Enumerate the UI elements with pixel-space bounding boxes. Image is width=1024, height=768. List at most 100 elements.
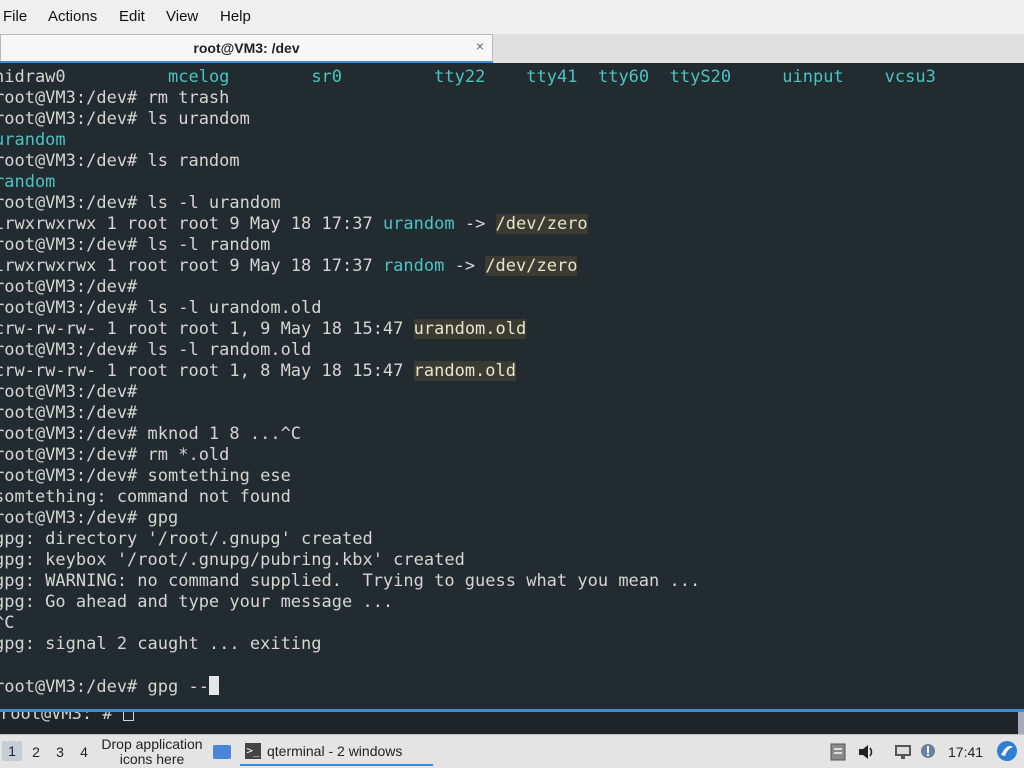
terminal-text: gpg: keybox '/root/.gnupg/pubring.kbx' c… — [0, 550, 465, 570]
terminal-line: root@VM3:/dev# ls random — [0, 151, 240, 172]
terminal-secondary-prompt: root@VM3: # — [0, 712, 134, 724]
terminal-output[interactable]: hidraw0 mcelog sr0 tty22 tty41 tty60 tty… — [0, 63, 1024, 709]
terminal-line: root@VM3:/dev# gpg -- — [0, 676, 219, 697]
terminal-text: root@VM3:/dev# ls -l random.old — [0, 340, 312, 360]
workspace-1[interactable]: 1 — [2, 741, 22, 761]
app-menu-icon[interactable] — [996, 740, 1018, 762]
terminal-line: root@VM3:/dev# rm trash — [0, 88, 229, 109]
terminal-line: root@VM3:/dev# ls -l random.old — [0, 340, 311, 361]
workspace-3[interactable]: 3 — [50, 744, 70, 760]
terminal-text: root@VM3:/dev# — [0, 277, 138, 297]
terminal-text: mcelog — [168, 67, 230, 87]
terminal-text: root@VM3:/dev# — [0, 382, 138, 402]
tab-bar: root@VM3: /dev × — [0, 34, 1024, 63]
terminal-text: hidraw0 — [0, 67, 168, 87]
terminal-text: root@VM3:/dev# ls -l urandom — [0, 193, 281, 213]
tab-terminal[interactable]: root@VM3: /dev × — [0, 34, 493, 61]
menu-bar: File Actions Edit View Help — [0, 0, 1024, 35]
task-button-qterminal[interactable]: >_ qterminal - 2 windows — [240, 738, 433, 766]
workspace-2[interactable]: 2 — [26, 744, 46, 760]
terminal-line: ^C — [0, 613, 14, 634]
terminal-text: random.old — [413, 361, 516, 381]
terminal-line: lrwxrwxrwx 1 root root 9 May 18 17:37 ra… — [0, 256, 578, 277]
terminal-text: root@VM3:/dev# ls random — [0, 151, 240, 171]
notification-icon[interactable] — [920, 743, 936, 759]
terminal-text: vcsu3 — [884, 67, 936, 87]
terminal-text: -> — [444, 256, 486, 276]
terminal-line: root@VM3:/dev# ls -l urandom.old — [0, 298, 322, 319]
terminal-line: root@VM3:/dev# mknod 1 8 ...^C — [0, 424, 301, 445]
clipboard-icon[interactable] — [830, 743, 846, 761]
terminal-text: root@VM3:/dev# rm *.old — [0, 445, 230, 465]
tab-title: root@VM3: /dev — [193, 40, 300, 56]
terminal-text: root@VM3:/dev# ls -l random — [0, 235, 271, 255]
terminal-text: root@VM3:/dev# somtething ese — [0, 466, 291, 486]
terminal-text: crw-rw-rw- 1 root root 1, 8 May 18 15:47 — [0, 361, 414, 381]
menu-view[interactable]: View — [166, 8, 198, 25]
terminal-text: crw-rw-rw- 1 root root 1, 9 May 18 15:47 — [0, 319, 414, 339]
terminal-text: root@VM3:/dev# mknod 1 8 ...^C — [0, 424, 302, 444]
terminal-text: /dev/zero — [495, 214, 588, 234]
terminal-line: gpg: keybox '/root/.gnupg/pubring.kbx' c… — [0, 550, 465, 571]
terminal-text: ^C — [0, 613, 15, 633]
text-cursor — [208, 676, 219, 695]
terminal-line: crw-rw-rw- 1 root root 1, 8 May 18 15:47… — [0, 361, 516, 382]
terminal-text: root@VM3:/dev# ls -l urandom.old — [0, 298, 322, 318]
terminal-line: root@VM3:/dev# ls -l urandom — [0, 193, 281, 214]
terminal-text: somtething: command not found — [0, 487, 291, 507]
terminal-text: root@VM3:/dev# ls urandom — [0, 109, 250, 129]
terminal-text: urandom — [382, 214, 455, 234]
terminal-text: root@VM3:/dev# gpg — [0, 508, 179, 528]
terminal-line: root@VM3:/dev# — [0, 403, 137, 424]
terminal-line: crw-rw-rw- 1 root root 1, 9 May 18 15:47… — [0, 319, 527, 340]
terminal-line: root@VM3:/dev# somtething ese — [0, 466, 291, 487]
terminal-text: gpg: directory '/root/.gnupg' created — [0, 529, 373, 549]
terminal-text: /dev/zero — [485, 256, 578, 276]
terminal-line: gpg: directory '/root/.gnupg' created — [0, 529, 373, 550]
terminal-text: uinput — [782, 67, 844, 87]
terminal-text: urandom — [0, 130, 66, 150]
terminal-line: lrwxrwxrwx 1 root root 9 May 18 17:37 ur… — [0, 214, 588, 235]
network-icon[interactable] — [893, 743, 913, 761]
terminal-text: -> — [454, 214, 496, 234]
menu-actions[interactable]: Actions — [48, 8, 97, 25]
clock: 17:41 — [948, 744, 984, 760]
menu-help[interactable]: Help — [220, 8, 251, 25]
show-desktop-icon[interactable] — [213, 745, 231, 759]
terminal-text: lrwxrwxrwx 1 root root 9 May 18 17:37 — [0, 214, 383, 234]
terminal-line: gpg: WARNING: no command supplied. Tryin… — [0, 571, 700, 592]
terminal-text: gpg: WARNING: no command supplied. Tryin… — [0, 571, 701, 591]
terminal-line: hidraw0 mcelog sr0 tty22 tty41 tty60 tty… — [0, 67, 936, 88]
menu-file[interactable]: File — [3, 8, 27, 25]
terminal-text: lrwxrwxrwx 1 root root 9 May 18 17:37 — [0, 256, 383, 276]
terminal-line: random — [0, 172, 55, 193]
close-icon[interactable]: × — [476, 38, 484, 54]
scrollbar[interactable] — [1018, 712, 1024, 734]
terminal-line: root@VM3:/dev# ls urandom — [0, 109, 250, 130]
workspace-4[interactable]: 4 — [74, 744, 94, 760]
terminal-line: urandom — [0, 130, 66, 151]
terminal-secondary[interactable]: root@VM3: # — [0, 712, 1024, 734]
terminal-line: root@VM3:/dev# rm *.old — [0, 445, 229, 466]
terminal-text: tty60 — [597, 67, 650, 87]
terminal-line: gpg: signal 2 caught ... exiting — [0, 634, 322, 655]
terminal-text: tty22 — [434, 67, 486, 87]
terminal-line: somtething: command not found — [0, 487, 291, 508]
terminal-text: gpg: Go ahead and type your message ... — [0, 592, 394, 612]
terminal-text: random — [382, 256, 445, 276]
taskbar: 1 2 3 4 Drop application icons here >_ q… — [0, 734, 1024, 768]
terminal-text: tty41 — [526, 67, 578, 87]
terminal-text: root@VM3:/dev# rm trash — [0, 88, 230, 108]
drop-label-line2: icons here — [119, 751, 185, 767]
volume-icon[interactable] — [857, 743, 877, 761]
drop-label-line1: Drop application — [101, 736, 203, 752]
menu-edit[interactable]: Edit — [119, 8, 145, 25]
quicklaunch-drop-area: Drop application icons here — [93, 737, 211, 767]
terminal-text: root@VM3:/dev# — [0, 403, 138, 423]
